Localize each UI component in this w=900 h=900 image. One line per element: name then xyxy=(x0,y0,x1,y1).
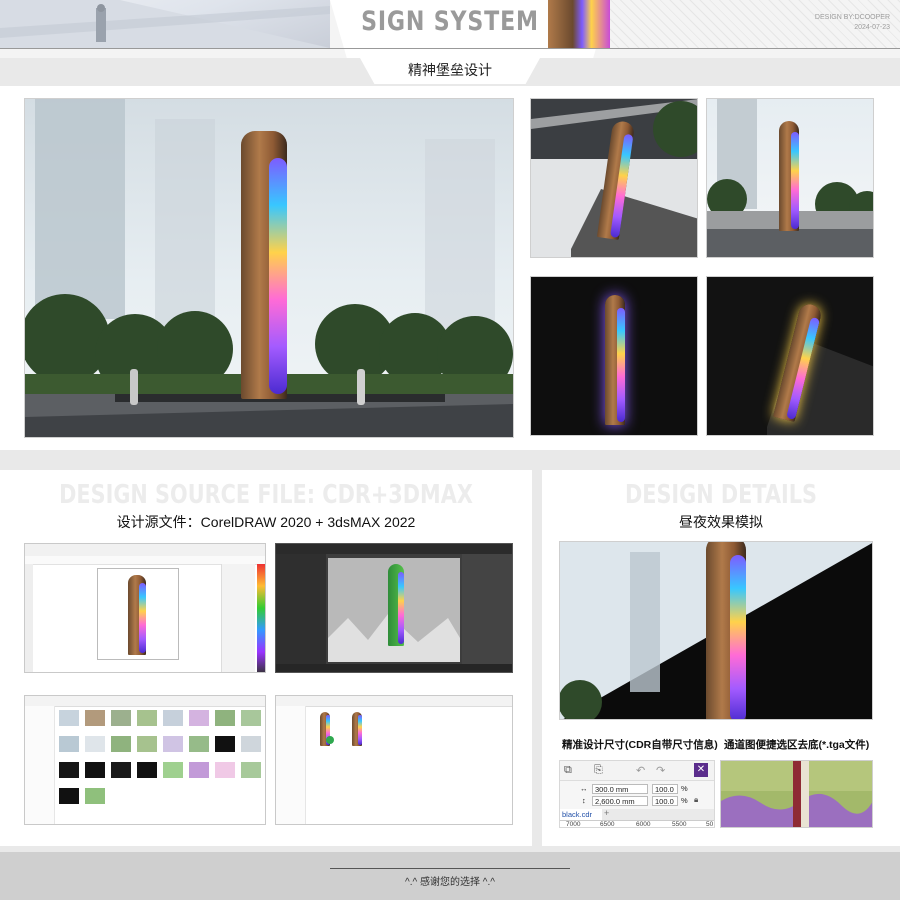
hero-figure-left xyxy=(130,369,138,405)
ruler-tick-1: 6500 xyxy=(600,821,615,828)
credit-designer: DESIGN BY:DCOOPER xyxy=(814,14,890,21)
channel-caption: 通道图便捷选区去底(*.tga文件) xyxy=(724,739,870,751)
coreldraw-screenshot xyxy=(24,543,266,673)
document-tab-bar: black.cdr + xyxy=(560,808,714,820)
page-subtitle: 精神堡垒设计 xyxy=(360,58,540,84)
source-caption: 设计源文件：CorelDRAW 2020 + 3dsMAX 2022 xyxy=(116,514,416,530)
3dsmax-command-panel xyxy=(462,554,512,666)
add-tab-icon[interactable]: + xyxy=(604,808,609,818)
3dsmax-menubar xyxy=(276,544,512,554)
lock-ratio-icon[interactable]: 🔒︎ xyxy=(694,795,698,805)
3dsmax-totem-model xyxy=(388,564,404,646)
explorer2-max-file-icon xyxy=(352,712,362,746)
ruler-tick-3: 5500 xyxy=(672,821,687,828)
explorer2-ribbon xyxy=(276,696,512,707)
explorer2-nav-pane xyxy=(276,706,306,824)
explorer-source-screenshot xyxy=(275,695,513,825)
cdr-size-widget: ⧉ ⎘ ↶ ↷ ✕ ↔ 300.0 mm 100.0 % ↕ 2,600.0 m… xyxy=(559,760,715,828)
horizontal-ruler: 7000 6500 6000 5500 50 xyxy=(560,820,714,828)
width-arrow-icon: ↔ xyxy=(580,784,588,793)
hero-figure-right xyxy=(357,369,365,405)
width-row: ↔ 300.0 mm 100.0 % xyxy=(560,783,714,795)
corel-launcher-icon[interactable]: ✕ xyxy=(694,763,708,777)
height-row: ↕ 2,600.0 mm 100.0 % 🔒︎ xyxy=(560,795,714,807)
3dsmax-timeline xyxy=(276,664,512,672)
channel-map-image xyxy=(720,760,873,828)
ruler-tick-4: 50 xyxy=(706,821,714,828)
coreldraw-docker xyxy=(221,564,255,672)
height-arrow-icon: ↕ xyxy=(582,796,586,805)
brand-title: SIGN SYSTEM xyxy=(361,6,539,37)
hero-render xyxy=(24,98,514,438)
explorer-thumbnail-grid xyxy=(59,710,261,804)
height-percent: % xyxy=(681,796,688,805)
night-totem xyxy=(605,295,625,425)
3dsmax-scene-explorer xyxy=(276,554,326,666)
thumb-front-night xyxy=(530,276,698,436)
ruler-tick-0: 7000 xyxy=(566,821,581,828)
day-night-comparison xyxy=(559,541,873,720)
header-left-render xyxy=(0,0,330,48)
header-building-image xyxy=(0,0,330,48)
height-scale-field[interactable]: 100.0 xyxy=(652,796,678,806)
header-divider xyxy=(0,48,900,49)
coreldraw-toolbox xyxy=(25,564,33,672)
thumb-front-day xyxy=(706,98,874,258)
credit-date: 2024-07-23 xyxy=(854,24,890,31)
footer-divider xyxy=(330,868,570,869)
document-tab[interactable]: black.cdr xyxy=(560,809,602,820)
3dsmax-screenshot xyxy=(275,543,513,673)
coreldraw-page xyxy=(97,568,179,660)
paste-icon[interactable]: ⎘ xyxy=(594,764,603,777)
width-percent: % xyxy=(681,784,688,793)
details-caption: 昼夜效果模拟 xyxy=(679,514,763,530)
front-totem xyxy=(779,121,799,231)
thumb-aerial-day xyxy=(530,98,698,258)
explorer-nav-pane xyxy=(25,706,55,824)
channel-map-scene xyxy=(721,761,872,827)
designer-credit: DESIGN BY:DCOOPER 2024-07-23 xyxy=(790,13,890,33)
width-scale-field[interactable]: 100.0 xyxy=(652,784,678,794)
sync-check-icon xyxy=(326,736,334,744)
width-field[interactable]: 300.0 mm xyxy=(592,784,648,794)
thanks-text: ^.^ 感谢您的选择 ^.^ xyxy=(405,877,495,888)
details-ghost-title: DESIGN DETAILS xyxy=(624,480,818,510)
ruler-tick-2: 6000 xyxy=(636,821,651,828)
source-ghost-title: DESIGN SOURCE FILE: CDR+3DMAX xyxy=(59,480,473,510)
hero-totem xyxy=(241,131,287,399)
coreldraw-totem-drawing xyxy=(128,575,146,655)
cdr-widget-toolbar: ⧉ ⎘ ↶ ↷ ✕ xyxy=(560,761,714,781)
explorer-ribbon xyxy=(25,696,265,707)
size-caption: 精准设计尺寸(CDR自带尺寸信息) xyxy=(562,739,718,751)
header-totem-crop xyxy=(548,0,610,48)
thumb-aerial-night xyxy=(706,276,874,436)
redo-icon[interactable]: ↷ xyxy=(656,764,665,777)
explorer-renders-screenshot xyxy=(24,695,266,825)
day-night-totem xyxy=(706,542,746,719)
height-field[interactable]: 2,600.0 mm xyxy=(592,796,648,806)
copy-icon[interactable]: ⧉ xyxy=(564,764,572,777)
undo-icon[interactable]: ↶ xyxy=(636,764,645,777)
coreldraw-palette xyxy=(257,564,265,672)
3dsmax-viewport xyxy=(328,558,460,662)
